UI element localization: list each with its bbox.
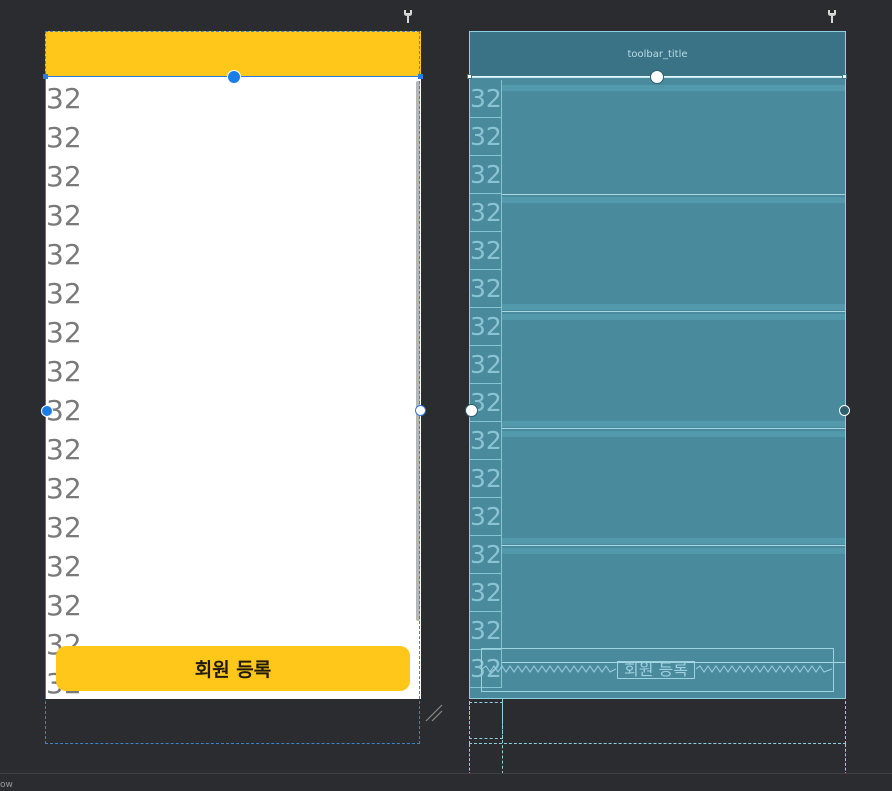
status-bar <box>0 773 892 791</box>
design-list-item[interactable]: 32 <box>45 157 421 196</box>
blueprint-list-item[interactable]: 32 <box>470 232 502 270</box>
blueprint-register-button-label: 회원 등록 <box>617 661 695 679</box>
blueprint-row-shade <box>502 197 845 203</box>
blueprint-constraint-anchor-top[interactable] <box>650 70 664 84</box>
blueprint-toolbar-title: toolbar_title <box>627 49 688 60</box>
design-list-item[interactable]: 32 <box>45 547 421 586</box>
resize-handle-icon[interactable] <box>424 703 444 723</box>
blueprint-list-item[interactable]: 32 <box>470 194 502 232</box>
blueprint-list-item[interactable]: 32 <box>470 574 502 612</box>
design-list-item[interactable]: 32 <box>45 196 421 235</box>
design-list-item[interactable]: 32 <box>45 118 421 157</box>
design-list-item[interactable]: 32 <box>45 430 421 469</box>
blueprint-list-item[interactable]: 32 <box>470 80 502 118</box>
blueprint-row-divider <box>502 545 845 546</box>
blueprint-list-item[interactable]: 32 <box>470 270 502 308</box>
design-scrollbar[interactable] <box>416 81 420 621</box>
blueprint-list-item[interactable]: 32 <box>470 384 502 422</box>
blueprint-row-shade <box>502 85 845 91</box>
blueprint-list-item[interactable]: 32 <box>470 460 502 498</box>
blueprint-row-shade <box>502 548 845 554</box>
design-list-item[interactable]: 32 <box>45 313 421 352</box>
blueprint-row-divider <box>502 194 845 195</box>
register-button-label: 회원 등록 <box>194 659 272 681</box>
blueprint-row-divider <box>502 311 845 312</box>
blueprint-list-item[interactable]: 32 <box>470 118 502 156</box>
design-wrench-icon[interactable] <box>402 8 414 23</box>
blueprint-phone-screen[interactable]: toolbar_title 32 32 32 32 32 32 32 32 32 32 32 32 32… <box>469 31 846 699</box>
blueprint-resize-handle-top-left[interactable] <box>467 74 472 79</box>
blueprint-list-item[interactable]: 32 <box>470 422 502 460</box>
design-list-item[interactable]: 32 <box>45 235 421 274</box>
blueprint-number-list[interactable]: 32 32 32 32 32 32 32 32 32 32 32 32 32 32 32 32 <box>470 78 845 698</box>
design-selection-left-edge <box>45 76 46 698</box>
design-constraint-anchor-left[interactable] <box>41 405 53 417</box>
blueprint-list-item[interactable]: 32 <box>470 156 502 194</box>
blueprint-button-spring-right <box>696 665 832 673</box>
design-list-item[interactable]: 32 <box>45 469 421 508</box>
blueprint-list-item[interactable]: 32 <box>470 612 502 650</box>
blueprint-row-shade <box>502 431 845 437</box>
design-list-item[interactable]: 32 <box>45 586 421 625</box>
blueprint-overflow-item-bounds <box>469 702 503 739</box>
design-number-list[interactable]: 32323232323232323232323232323232 <box>45 77 421 699</box>
design-resize-handle-top-right[interactable] <box>418 74 423 79</box>
blueprint-row-shade <box>502 304 845 310</box>
blueprint-list-item[interactable]: 32 <box>470 498 502 536</box>
blueprint-constraint-anchor-right[interactable] <box>839 405 850 416</box>
register-button[interactable]: 회원 등록 <box>56 646 410 691</box>
blueprint-row-shade <box>502 421 845 427</box>
blueprint-button-spring-left <box>482 665 616 673</box>
blueprint-list-item[interactable]: 32 <box>470 536 502 574</box>
blueprint-row-divider <box>502 428 845 429</box>
design-phone-screen[interactable]: 32323232323232323232323232323232 회원 등록 <box>45 31 421 699</box>
design-constraint-anchor-right[interactable] <box>415 405 426 416</box>
blueprint-constraint-anchor-left[interactable] <box>465 404 478 417</box>
design-resize-handle-top-left[interactable] <box>43 74 48 79</box>
blueprint-wrench-icon[interactable] <box>826 8 838 23</box>
design-list-item[interactable]: 32 <box>45 508 421 547</box>
blueprint-row-shade <box>502 538 845 544</box>
design-list-item[interactable]: 32 <box>45 391 421 430</box>
status-bar-label: ow <box>0 780 13 790</box>
blueprint-row-shade <box>502 314 845 320</box>
design-list-item[interactable]: 32 <box>45 79 421 118</box>
design-list-item[interactable]: 32 <box>45 352 421 391</box>
blueprint-resize-handle-top-right[interactable] <box>842 74 847 79</box>
design-constraint-anchor-top[interactable] <box>227 70 241 84</box>
design-list-item[interactable]: 32 <box>45 274 421 313</box>
blueprint-list-item[interactable]: 32 <box>470 308 502 346</box>
blueprint-list-item[interactable]: 32 <box>470 346 502 384</box>
